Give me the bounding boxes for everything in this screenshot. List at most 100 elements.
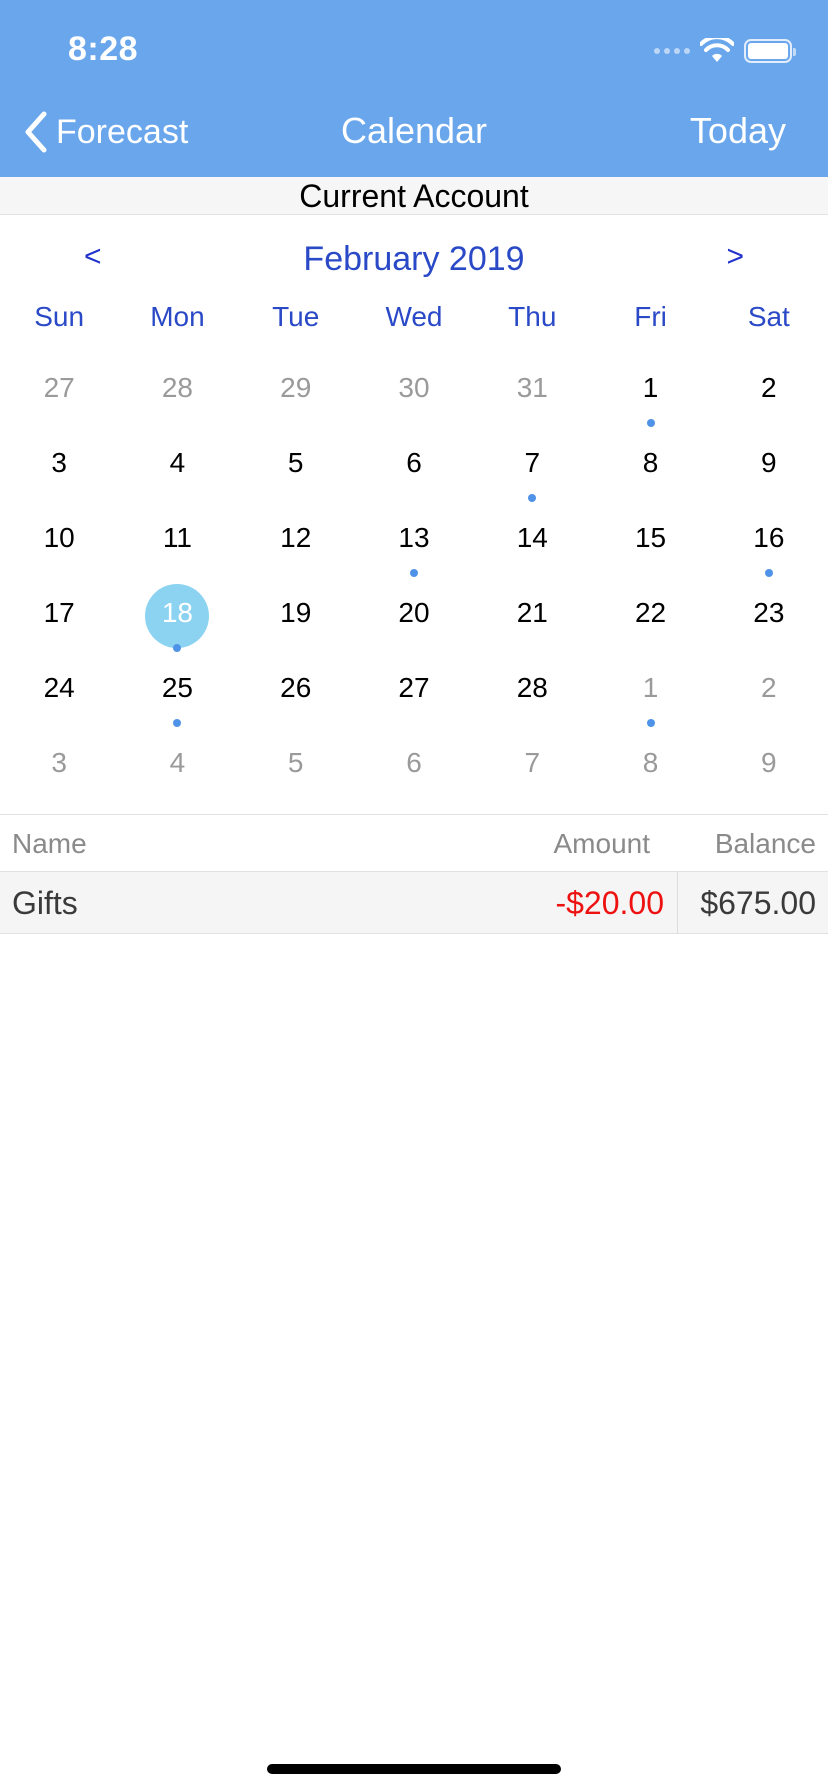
month-selector: < February 2019 >: [0, 236, 828, 286]
calendar-day[interactable]: 24: [0, 657, 118, 732]
calendar-day[interactable]: 28: [118, 357, 236, 432]
home-indicator: [267, 1764, 561, 1774]
day-number: 29: [280, 372, 312, 403]
event-dot-icon: [409, 569, 418, 577]
day-number: 4: [169, 447, 186, 478]
calendar-day[interactable]: 5: [237, 432, 355, 507]
day-number: 22: [634, 597, 667, 628]
day-number: 6: [406, 447, 422, 478]
calendar-day[interactable]: 13: [355, 507, 473, 582]
day-number: 4: [169, 747, 186, 778]
calendar-day[interactable]: 29: [237, 357, 355, 432]
day-number: 7: [524, 747, 541, 778]
battery-icon: [744, 39, 796, 63]
month-title: February 2019: [303, 240, 525, 278]
day-number: 5: [287, 747, 304, 778]
weekday-label: Thu: [508, 301, 557, 332]
calendar-day[interactable]: 6: [355, 732, 473, 807]
weekday-label: Fri: [634, 301, 667, 332]
transactions-header: Name Amount Balance: [0, 814, 828, 872]
column-divider: [677, 872, 678, 934]
calendar-day[interactable]: 26: [237, 657, 355, 732]
calendar-week: 17 18 19 20 21 22 23: [0, 582, 828, 657]
calendar-day[interactable]: 1: [591, 357, 709, 432]
day-number: 16: [753, 522, 785, 553]
day-number: 11: [162, 522, 192, 553]
day-number: 21: [516, 597, 548, 628]
day-number: 25: [161, 672, 193, 703]
calendar-day[interactable]: 10: [0, 507, 118, 582]
day-number: 27: [398, 672, 430, 703]
calendar-day[interactable]: 12: [237, 507, 355, 582]
calendar-day[interactable]: 7: [473, 432, 591, 507]
next-month-button[interactable]: >: [726, 240, 744, 274]
wifi-icon: [700, 38, 734, 62]
calendar-day[interactable]: 15: [591, 507, 709, 582]
column-header-name: Name: [12, 828, 87, 859]
day-number: 9: [761, 447, 777, 478]
calendar-day-selected[interactable]: 18: [118, 582, 236, 657]
calendar-day[interactable]: 21: [473, 582, 591, 657]
day-number: 10: [43, 522, 75, 553]
day-number: 30: [398, 372, 430, 403]
calendar-day[interactable]: 3: [0, 732, 118, 807]
column-header-amount: Amount: [553, 828, 651, 859]
calendar-day[interactable]: 8: [591, 732, 709, 807]
calendar-day[interactable]: 5: [237, 732, 355, 807]
calendar-day[interactable]: 19: [237, 582, 355, 657]
day-number: 18: [161, 597, 193, 628]
calendar-day[interactable]: 3: [0, 432, 118, 507]
calendar-day[interactable]: 2: [710, 657, 828, 732]
weekday-label: Sun: [34, 301, 85, 332]
calendar-week: 3 4 5 6 7 8 9: [0, 432, 828, 507]
transaction-balance: $675.00: [700, 885, 816, 921]
calendar-day[interactable]: 31: [473, 357, 591, 432]
calendar-grid: 27 28 29 30 31 1 2 3 4 5 6 7 8 9 10 11 12 13 14 15 16 17 18 19 2…: [0, 357, 828, 807]
calendar-week: 27 28 29 30 31 1 2: [0, 357, 828, 432]
calendar-day[interactable]: 7: [473, 732, 591, 807]
day-number: 6: [406, 747, 422, 778]
day-number: 3: [51, 447, 67, 478]
calendar-day[interactable]: 23: [710, 582, 828, 657]
calendar-day[interactable]: 20: [355, 582, 473, 657]
cellular-signal-icon: [654, 48, 690, 54]
table-row[interactable]: Gifts -$20.00 $675.00: [0, 872, 828, 934]
calendar-week: 24 25 26 27 28 1 2: [0, 657, 828, 732]
day-number: 27: [43, 372, 75, 403]
calendar-day[interactable]: 27: [355, 657, 473, 732]
calendar-day[interactable]: 2: [710, 357, 828, 432]
weekday-label: Sat: [747, 301, 790, 332]
event-dot-icon: [646, 719, 655, 727]
event-dot-icon: [764, 569, 773, 577]
day-number: 3: [51, 747, 67, 778]
calendar-day[interactable]: 25: [118, 657, 236, 732]
calendar-day[interactable]: 11: [118, 507, 236, 582]
event-dot-icon: [173, 644, 182, 652]
calendar-day[interactable]: 27: [0, 357, 118, 432]
calendar-week: 3 4 5 6 7 8 9: [0, 732, 828, 807]
calendar-day[interactable]: 17: [0, 582, 118, 657]
calendar-day[interactable]: 6: [355, 432, 473, 507]
calendar-day[interactable]: 8: [591, 432, 709, 507]
day-number: 20: [398, 597, 430, 628]
calendar-day[interactable]: 4: [118, 432, 236, 507]
calendar-day[interactable]: 1: [591, 657, 709, 732]
day-number: 1: [642, 372, 659, 403]
calendar-day[interactable]: 14: [473, 507, 591, 582]
calendar-day[interactable]: 30: [355, 357, 473, 432]
calendar-day[interactable]: 16: [710, 507, 828, 582]
calendar-day[interactable]: 22: [591, 582, 709, 657]
day-number: 2: [761, 672, 777, 703]
day-number: 17: [43, 597, 75, 628]
day-number: 28: [161, 372, 193, 403]
day-number: 7: [524, 447, 541, 478]
day-number: 19: [280, 597, 312, 628]
day-number: 23: [753, 597, 785, 628]
calendar-day[interactable]: 9: [710, 732, 828, 807]
calendar-day[interactable]: 4: [118, 732, 236, 807]
calendar-day[interactable]: 9: [710, 432, 828, 507]
day-number: 24: [43, 672, 75, 703]
event-dot-icon: [173, 719, 182, 727]
today-button[interactable]: Today: [690, 110, 786, 152]
calendar-day[interactable]: 28: [473, 657, 591, 732]
